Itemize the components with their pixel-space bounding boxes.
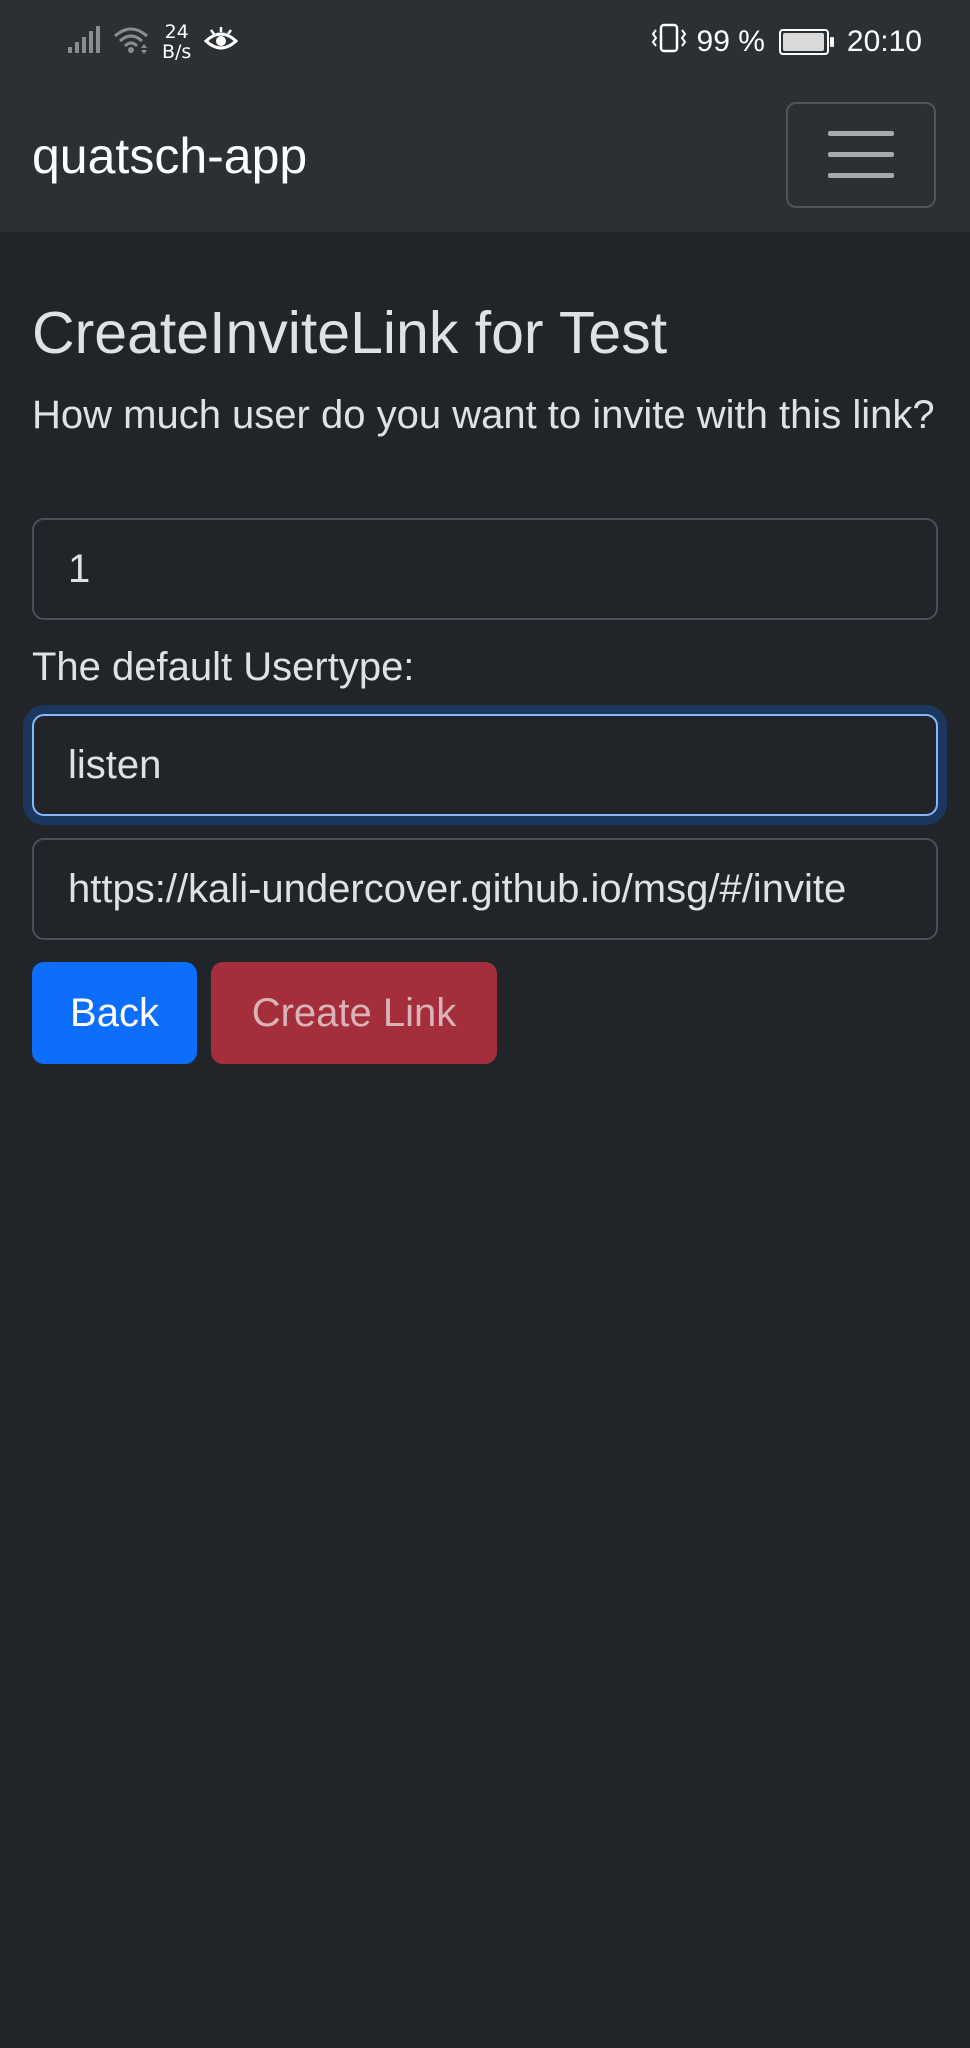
invite-link-field[interactable] [32, 838, 938, 940]
battery-icon [778, 29, 834, 55]
status-bar: 24 B/s 99 % 20:10 [0, 0, 970, 82]
page-title: CreateInviteLink for Test [32, 300, 668, 366]
network-speed-value: 24 [164, 21, 189, 43]
battery-level [782, 33, 825, 51]
navbar: quatsch-app [0, 82, 970, 232]
hamburger-icon [828, 131, 894, 178]
usertype-input[interactable] [32, 714, 938, 816]
status-left: 24 B/s [66, 14, 239, 70]
create-link-button[interactable]: Create Link [211, 962, 497, 1064]
menu-toggle-button[interactable] [786, 102, 936, 208]
vibrate-icon [649, 22, 689, 62]
invite-count-input[interactable] [32, 518, 938, 620]
eye-icon [203, 25, 239, 60]
network-speed-unit: B/s [162, 41, 192, 63]
signal-icon [66, 25, 100, 60]
status-right: 99 % 20:10 [649, 14, 922, 70]
battery-percent: 99 % [696, 25, 765, 58]
invite-count-label: How much user do you want to invite with… [32, 393, 935, 437]
back-button[interactable]: Back [32, 962, 197, 1064]
usertype-label: The default Usertype: [32, 645, 415, 689]
wifi-icon [112, 25, 150, 60]
network-speed: 24 B/s [162, 22, 191, 62]
brand-link[interactable]: quatsch-app [32, 126, 307, 186]
clock: 20:10 [846, 25, 922, 58]
